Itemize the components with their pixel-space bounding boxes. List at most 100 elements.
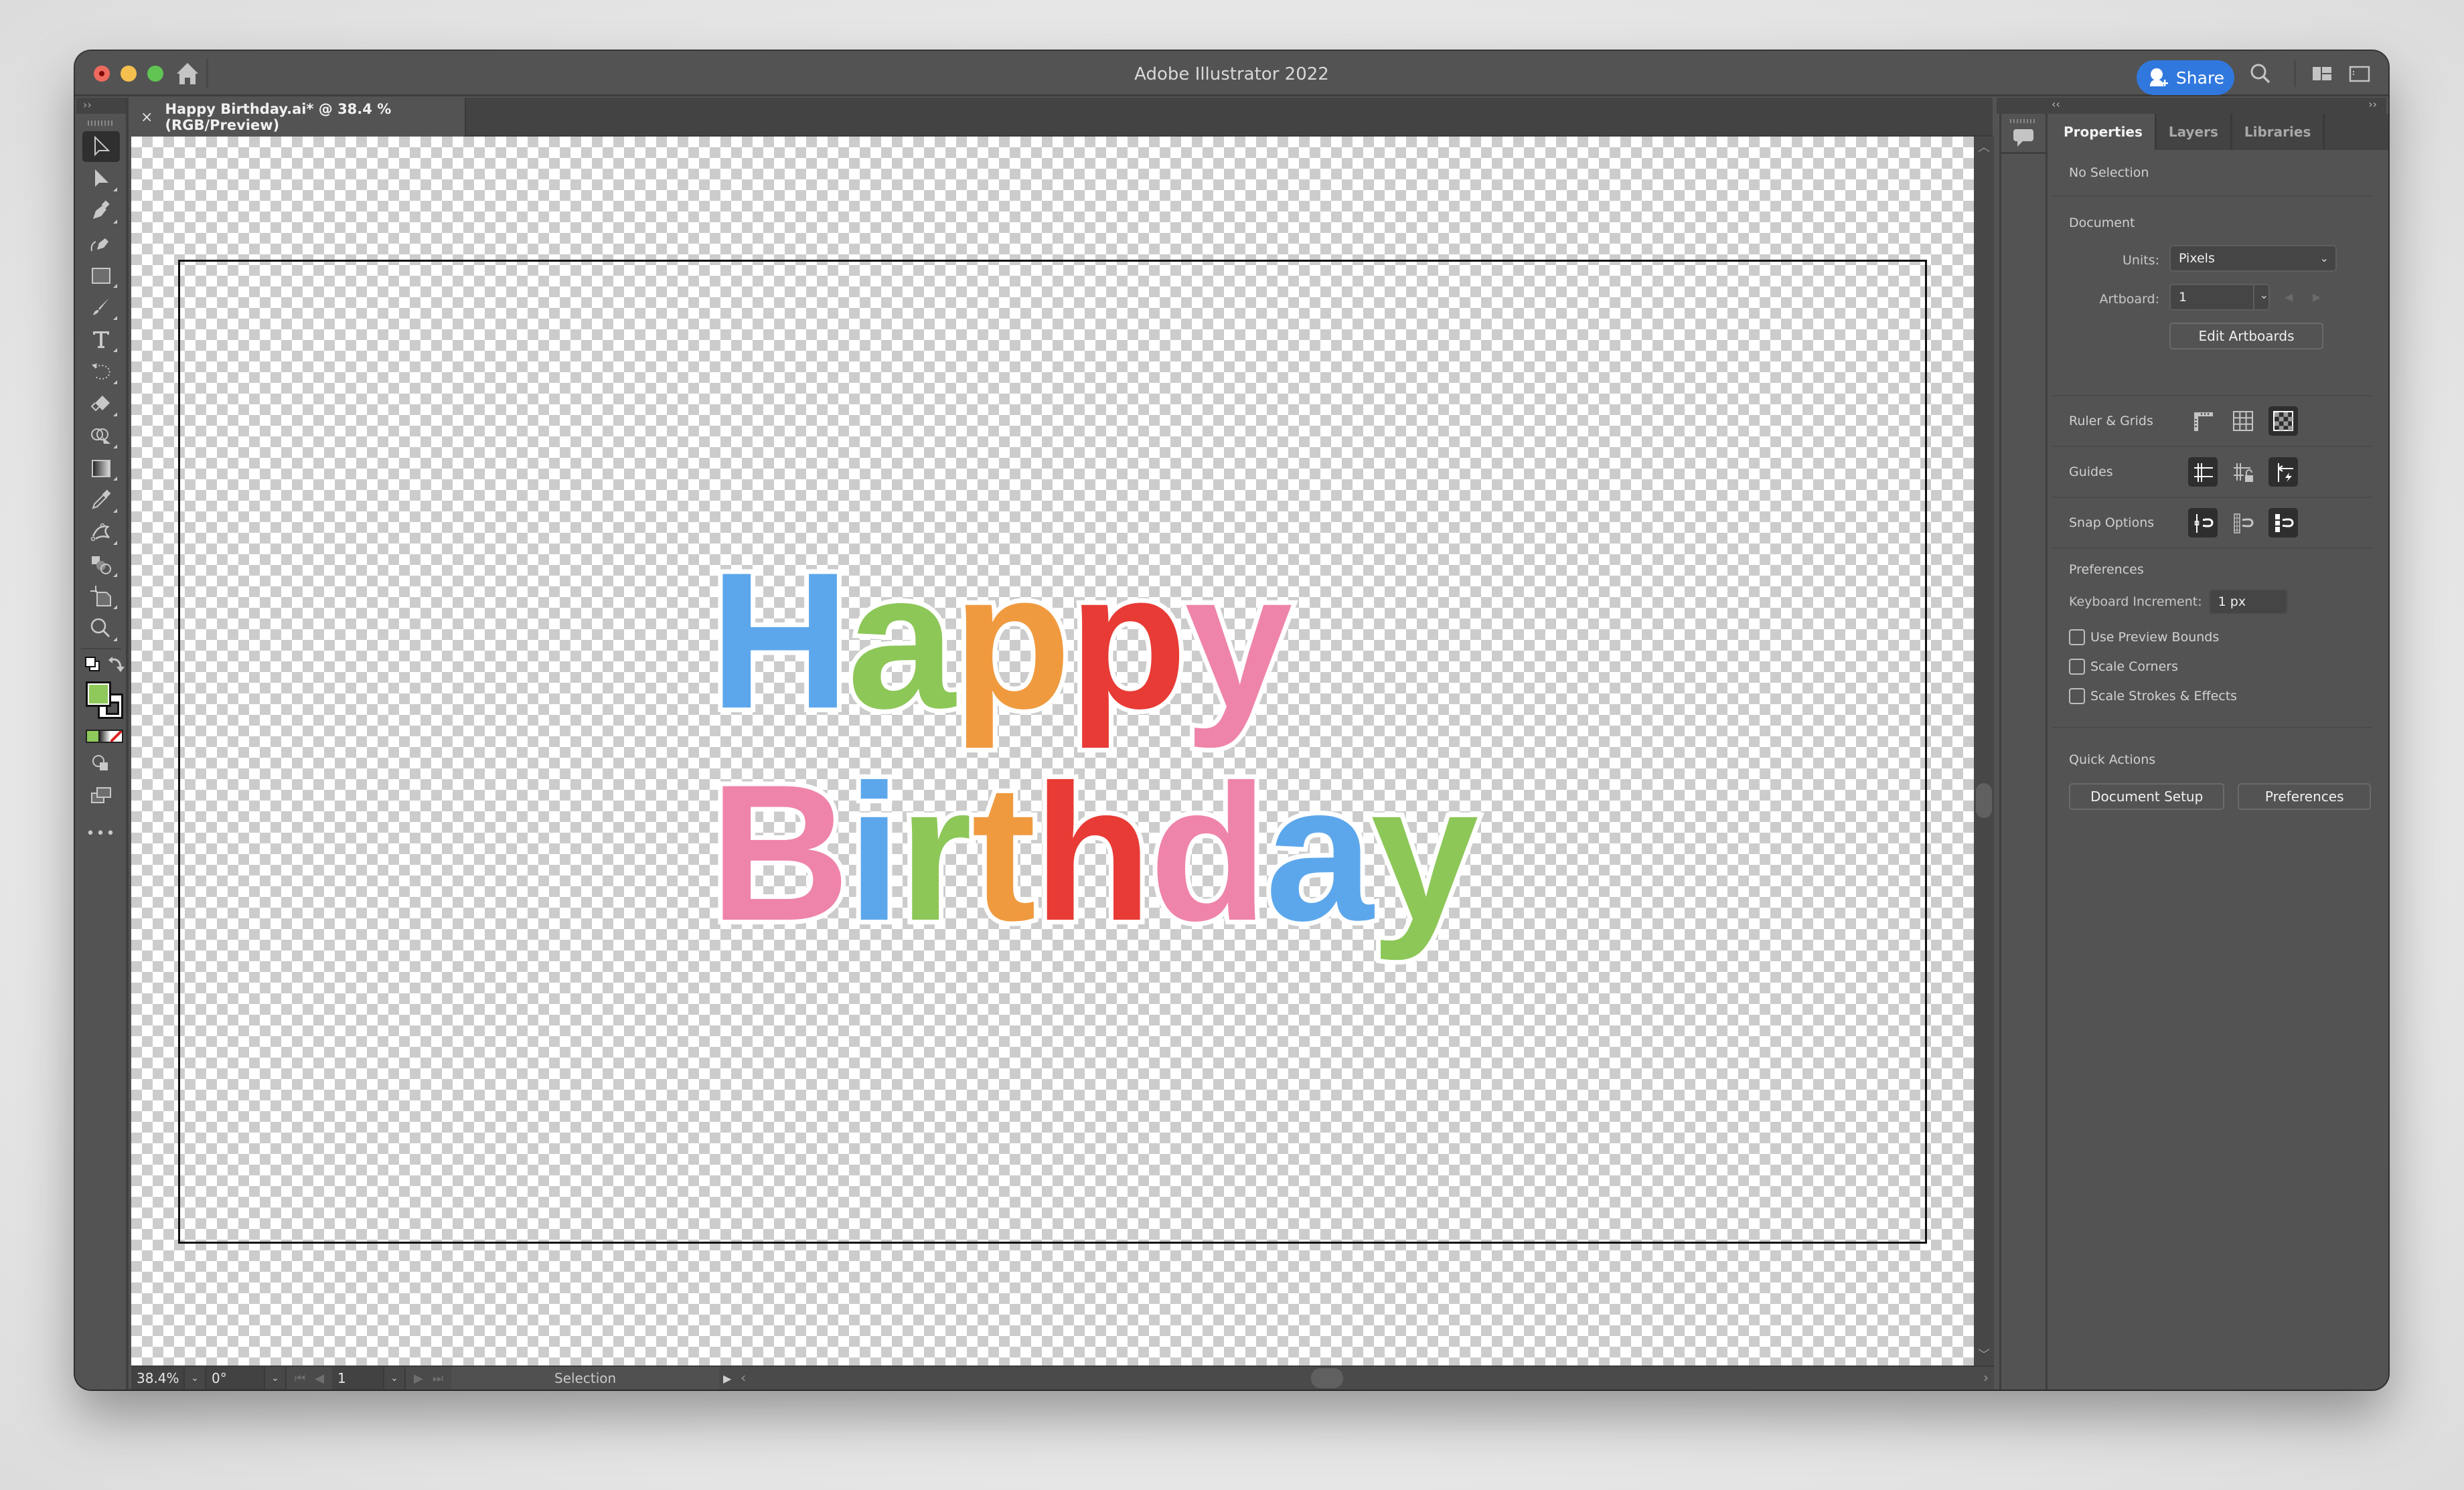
- shape-builder-tool[interactable]: [82, 420, 120, 451]
- share-button[interactable]: Share: [2137, 60, 2234, 95]
- close-tab-icon[interactable]: ×: [141, 109, 153, 126]
- expand-dock-icon[interactable]: ››: [2368, 98, 2377, 110]
- selection-tool[interactable]: [82, 131, 120, 162]
- document-tab[interactable]: × Happy Birthday.ai* @ 38.4 % (RGB/Previ…: [131, 98, 466, 137]
- scale-corners-checkbox[interactable]: Scale Corners: [2069, 659, 2355, 675]
- artwork-letter[interactable]: a: [1261, 744, 1378, 961]
- smart-guides-button[interactable]: [2268, 457, 2298, 487]
- tab-layers[interactable]: Layers: [2157, 114, 2232, 150]
- artwork-happy[interactable]: Happy: [705, 539, 1297, 742]
- artboard-number-field[interactable]: 1: [332, 1367, 385, 1390]
- edit-toolbar-button[interactable]: •••: [82, 818, 120, 849]
- artwork-birthday[interactable]: Birthday: [705, 751, 1483, 955]
- comments-panel-button[interactable]: [2001, 123, 2046, 154]
- eraser-tool[interactable]: [82, 388, 120, 419]
- toggle-transparency-grid-button[interactable]: [2268, 406, 2298, 436]
- scale-strokes-effects-checkbox[interactable]: Scale Strokes & Effects: [2069, 688, 2355, 704]
- preferences-button[interactable]: Preferences: [2238, 783, 2371, 810]
- checkbox-box[interactable]: [2069, 659, 2085, 675]
- artwork-letter[interactable]: p: [948, 532, 1076, 749]
- artwork-letter[interactable]: t: [967, 744, 1041, 961]
- snap-to-pixel-button[interactable]: [2228, 508, 2258, 537]
- first-artboard-icon[interactable]: ⏮: [295, 1372, 305, 1386]
- snap-to-glyph-icon: [2275, 514, 2294, 532]
- color-mode-button[interactable]: [87, 731, 99, 742]
- artboard-dropdown-panel[interactable]: 1 ⌄: [2169, 284, 2270, 311]
- panel-grip[interactable]: [88, 120, 114, 126]
- rotation-dropdown[interactable]: ⌄: [265, 1367, 287, 1390]
- rectangle-tool[interactable]: [82, 260, 120, 291]
- artwork-letter[interactable]: y: [1366, 744, 1483, 961]
- default-fill-stroke-icon[interactable]: [84, 656, 102, 673]
- zoom-dropdown[interactable]: ⌄: [185, 1367, 206, 1390]
- snap-to-point-button[interactable]: [2188, 508, 2218, 537]
- drawing-modes[interactable]: [82, 748, 120, 779]
- artwork-letter[interactable]: p: [1064, 532, 1192, 749]
- pen-tool[interactable]: [82, 195, 120, 226]
- last-artboard-icon[interactable]: ⏭: [433, 1372, 443, 1386]
- keyboard-increment-input[interactable]: 1 px: [2208, 589, 2288, 614]
- current-tool-status[interactable]: Selection: [451, 1367, 720, 1390]
- toggle-grid-button[interactable]: [2228, 406, 2258, 436]
- scroll-down-icon[interactable]: ﹀: [1974, 1345, 1994, 1363]
- collapse-dock-icon[interactable]: ‹‹: [2052, 98, 2060, 110]
- artwork-letter[interactable]: d: [1145, 744, 1273, 961]
- fill-swatch[interactable]: [86, 681, 111, 707]
- checkbox-box[interactable]: [2069, 688, 2085, 704]
- eyedropper-tool[interactable]: [82, 485, 120, 515]
- rotate-tool[interactable]: [82, 356, 120, 387]
- use-preview-bounds-checkbox[interactable]: Use Preview Bounds: [2069, 629, 2355, 645]
- artwork-letter[interactable]: a: [842, 532, 959, 749]
- document-setup-button[interactable]: Document Setup: [2069, 783, 2225, 810]
- next-artboard-icon[interactable]: ▶: [414, 1372, 423, 1386]
- arrange-documents-icon[interactable]: [2347, 62, 2372, 86]
- puppet-warp-tool[interactable]: [82, 517, 120, 548]
- next-artboard-panel-icon[interactable]: ▶: [2313, 291, 2321, 303]
- snap-to-glyph-button[interactable]: [2268, 508, 2298, 537]
- scroll-right-icon[interactable]: ›: [1983, 1370, 1989, 1386]
- edit-artboards-button[interactable]: Edit Artboards: [2169, 323, 2323, 349]
- tools-panel-expand[interactable]: ››: [76, 98, 126, 114]
- search-icon[interactable]: [2248, 62, 2273, 86]
- canvas[interactable]: Happy Birthday: [131, 137, 1974, 1365]
- units-dropdown[interactable]: Pixels ⌄: [2169, 245, 2337, 272]
- gradient-tool[interactable]: [82, 452, 120, 483]
- status-menu-arrow-icon[interactable]: ▶: [719, 1367, 735, 1390]
- previous-artboard-panel-icon[interactable]: ◀: [2285, 291, 2293, 303]
- horizontal-scroll-thumb[interactable]: [1311, 1368, 1344, 1388]
- artwork-letter[interactable]: y: [1180, 532, 1297, 749]
- paintbrush-tool[interactable]: [82, 292, 120, 323]
- checkbox-box[interactable]: [2069, 629, 2085, 645]
- blend-tool[interactable]: [82, 549, 120, 580]
- workspace-switcher-icon[interactable]: [2310, 62, 2334, 86]
- type-tool[interactable]: [82, 324, 120, 355]
- curvature-tool[interactable]: [82, 228, 120, 258]
- none-mode-button[interactable]: [110, 731, 122, 742]
- zoom-level-field[interactable]: 38.4%: [131, 1367, 185, 1390]
- artboard-tool[interactable]: [82, 581, 120, 612]
- change-screen-mode[interactable]: [82, 780, 120, 811]
- vertical-scrollbar[interactable]: ︿ ﹀: [1974, 137, 1994, 1365]
- previous-artboard-icon[interactable]: ◀: [315, 1372, 324, 1386]
- scroll-left-icon[interactable]: ‹: [741, 1370, 746, 1386]
- vertical-scroll-thumb[interactable]: [1976, 783, 1992, 818]
- toggle-rulers-button[interactable]: [2188, 406, 2218, 436]
- tab-properties[interactable]: Properties: [2052, 114, 2157, 150]
- artwork-letter[interactable]: i: [842, 744, 905, 961]
- artwork-letter[interactable]: B: [705, 744, 854, 961]
- artwork-letter[interactable]: h: [1028, 744, 1156, 961]
- eraser-icon: [90, 396, 110, 412]
- artboard-dropdown[interactable]: ⌄: [384, 1367, 406, 1390]
- lock-guides-button[interactable]: [2228, 457, 2258, 487]
- swap-fill-stroke-icon[interactable]: [107, 655, 126, 675]
- rotation-field[interactable]: 0°: [206, 1367, 265, 1390]
- horizontal-scrollbar[interactable]: ‹ ›: [735, 1367, 1994, 1390]
- zoom-tool[interactable]: [82, 613, 120, 644]
- artwork-letter[interactable]: r: [894, 744, 979, 961]
- toggle-guides-button[interactable]: [2188, 457, 2218, 487]
- gradient-mode-button[interactable]: [98, 731, 110, 742]
- scroll-up-icon[interactable]: ︿: [1974, 138, 1994, 155]
- direct-selection-tool[interactable]: [82, 163, 120, 194]
- tab-libraries[interactable]: Libraries: [2232, 114, 2325, 150]
- artwork-letter[interactable]: H: [705, 532, 854, 749]
